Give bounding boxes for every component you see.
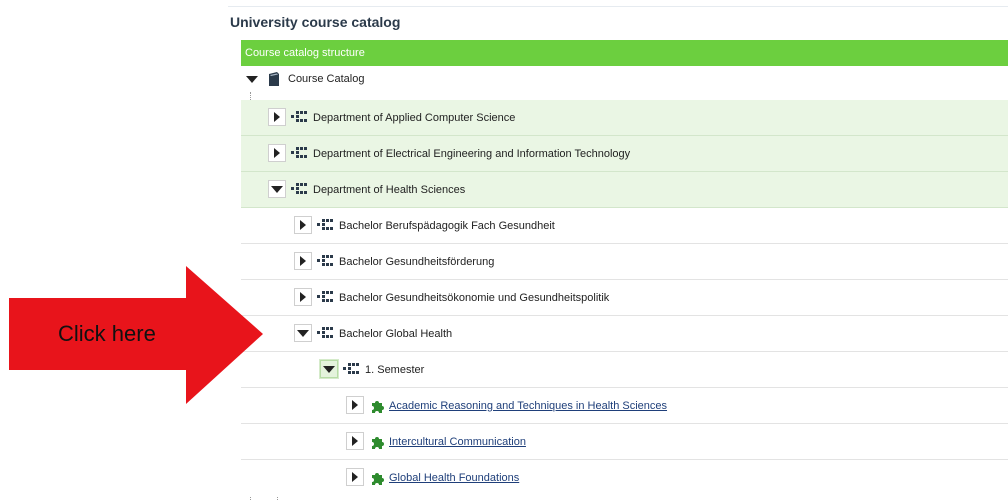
- expand-toggle[interactable]: [294, 252, 312, 270]
- tree-node-module[interactable]: Intercultural Communication: [241, 424, 1008, 460]
- chevron-right-icon: [352, 400, 358, 410]
- module-link[interactable]: Academic Reasoning and Techniques in Hea…: [389, 388, 667, 424]
- collapse-toggle[interactable]: [294, 324, 312, 342]
- chevron-right-icon: [300, 292, 306, 302]
- org-structure-icon: [317, 327, 333, 338]
- tree-node-module[interactable]: Global Health Foundations: [241, 460, 1008, 496]
- tree-node-label: Bachelor Gesundheitsförderung: [339, 256, 495, 268]
- annotation-arrow: [9, 266, 263, 404]
- chevron-right-icon: [352, 472, 358, 482]
- expand-toggle[interactable]: [268, 144, 286, 162]
- org-structure-icon: [291, 183, 307, 194]
- expand-toggle[interactable]: [294, 288, 312, 306]
- expand-toggle[interactable]: [268, 108, 286, 126]
- org-structure-icon: [291, 111, 307, 122]
- tree-node-label: Bachelor Gesundheitsökonomie und Gesundh…: [339, 292, 610, 304]
- puzzle-piece-icon: [372, 437, 384, 449]
- puzzle-piece-icon: [372, 473, 384, 485]
- chevron-down-icon: [271, 185, 283, 193]
- chevron-down-icon: [323, 365, 335, 373]
- chevron-right-icon: [300, 220, 306, 230]
- tree-node-program[interactable]: Bachelor Gesundheitsförderung: [241, 244, 1008, 280]
- org-structure-icon: [317, 219, 333, 230]
- expand-toggle[interactable]: [346, 432, 364, 450]
- panel-header: Course catalog structure: [241, 40, 1008, 66]
- tree-node-department[interactable]: Department of Applied Computer Science: [241, 100, 1008, 136]
- chevron-right-icon: [352, 436, 358, 446]
- tree-node-label: 1. Semester: [365, 364, 425, 376]
- org-structure-icon: [291, 147, 307, 158]
- tree-node-department[interactable]: Department of Health Sciences: [241, 172, 1008, 208]
- module-link[interactable]: Global Health Foundations: [389, 460, 519, 496]
- tree-node-department[interactable]: Department of Electrical Engineering and…: [241, 136, 1008, 172]
- tree-node-program[interactable]: Bachelor Berufspädagogik Fach Gesundheit: [241, 208, 1008, 244]
- top-divider: [228, 6, 1008, 7]
- tree-node-semester[interactable]: 1. Semester: [241, 352, 1008, 388]
- tree-node-label: Bachelor Global Health: [339, 328, 453, 340]
- expand-toggle[interactable]: [294, 216, 312, 234]
- expand-toggle[interactable]: [346, 396, 364, 414]
- puzzle-piece-icon: [372, 401, 384, 413]
- tree-node-program[interactable]: Bachelor Gesundheitsökonomie und Gesundh…: [241, 280, 1008, 316]
- tree-node-label: Department of Electrical Engineering and…: [313, 148, 631, 160]
- tree-node-label: Department of Applied Computer Science: [313, 112, 516, 124]
- tree-node-program[interactable]: Bachelor Global Health: [241, 316, 1008, 352]
- module-link[interactable]: Intercultural Communication: [389, 424, 526, 460]
- chevron-right-icon: [274, 148, 280, 158]
- chevron-down-icon: [297, 329, 309, 337]
- tree-node-label: Bachelor Berufspädagogik Fach Gesundheit: [339, 220, 555, 232]
- expand-toggle[interactable]: [346, 468, 364, 486]
- collapse-toggle[interactable]: [320, 360, 338, 378]
- collapse-toggle[interactable]: [268, 180, 286, 198]
- tree-node-root[interactable]: Course Catalog: [241, 66, 1008, 92]
- tree-node-label: Department of Health Sciences: [313, 184, 466, 196]
- tree-node-label: Course Catalog: [288, 73, 365, 85]
- chevron-right-icon: [274, 112, 280, 122]
- org-structure-icon: [317, 291, 333, 302]
- tree-node-module[interactable]: Academic Reasoning and Techniques in Hea…: [241, 388, 1008, 424]
- org-structure-icon: [317, 255, 333, 266]
- annotation-label: Click here: [58, 321, 156, 346]
- org-structure-icon: [343, 363, 359, 374]
- chevron-right-icon: [300, 256, 306, 266]
